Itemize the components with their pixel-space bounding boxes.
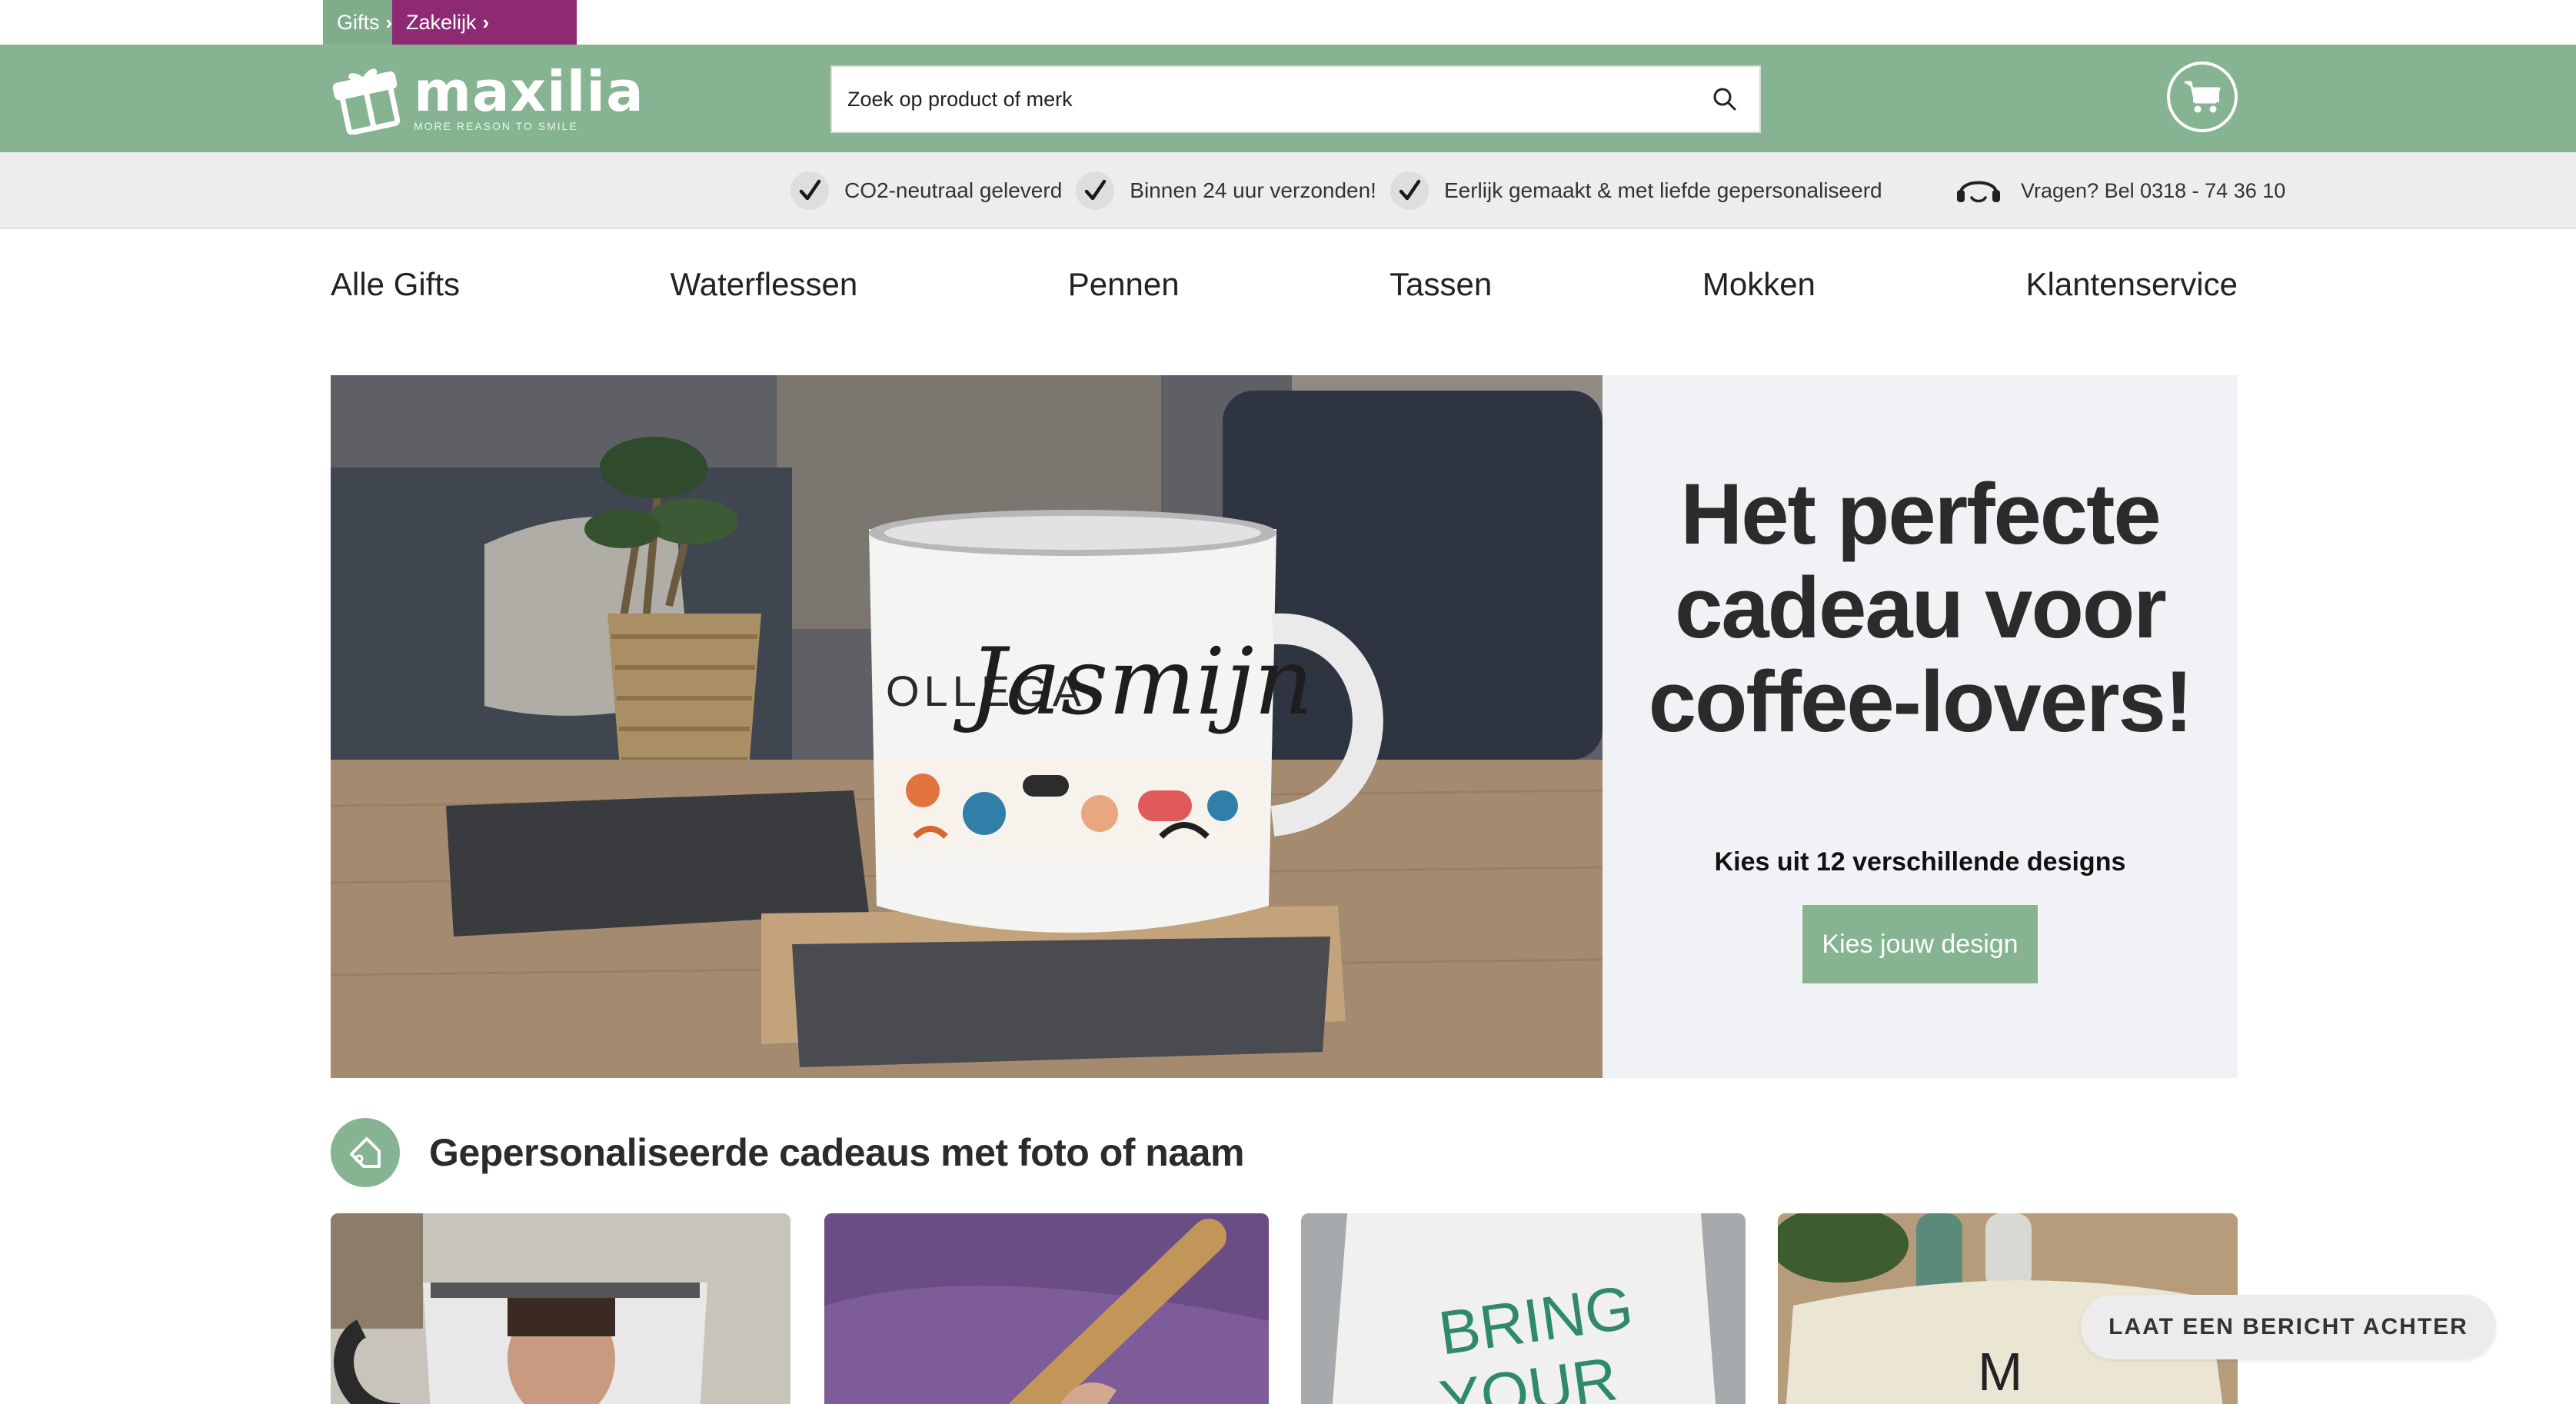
leave-message-button[interactable]: LAAT EEN BERICHT ACHTER — [2081, 1295, 2496, 1359]
logo[interactable]: maxilia MORE REASON TO SMILE — [332, 60, 644, 137]
nav-item-mokken[interactable]: Mokken — [1702, 266, 1816, 303]
tab-zakelijk[interactable]: Zakelijk › — [392, 0, 577, 45]
checkmark-icon — [1390, 171, 1429, 210]
search-bar — [830, 65, 1761, 133]
chevron-right-icon: › — [385, 10, 393, 34]
usp-item: Binnen 24 uur verzonden! — [1076, 171, 1376, 210]
nav-item-waterflessen[interactable]: Waterflessen — [671, 266, 858, 303]
product-card[interactable]: BRING YOUR — [1301, 1213, 1746, 1404]
top-tabs: Gifts › Zakelijk › — [323, 0, 577, 45]
checkmark-icon — [1076, 171, 1115, 210]
hero-title: Het perfecte cadeau voor coffee-lovers! — [1648, 466, 2193, 750]
logo-name: maxilia — [414, 59, 644, 124]
cart-button[interactable] — [2167, 62, 2238, 132]
headset-icon — [1957, 181, 2000, 203]
nav-item-pennen[interactable]: Pennen — [1068, 266, 1180, 303]
card-text-m: M — [1978, 1342, 2022, 1402]
phone-contact[interactable]: Vragen? Bel 0318 - 74 36 10 — [1955, 152, 2285, 229]
hero-image[interactable]: OLLEGA Jasmijn — [331, 375, 1603, 1078]
tab-gifts[interactable]: Gifts › — [323, 0, 392, 45]
nav-item-tassen[interactable]: Tassen — [1390, 266, 1492, 303]
nav-item-klantenservice[interactable]: Klantenservice — [2026, 266, 2238, 303]
usp-text: Binnen 24 uur verzonden! — [1130, 178, 1376, 202]
mug-text-name: Jasmijn — [953, 629, 1313, 736]
gift-box-logo-icon — [332, 62, 404, 135]
search-input[interactable] — [847, 87, 1706, 111]
hero-text-panel: Het perfecte cadeau voor coffee-lovers! … — [1603, 375, 2238, 1078]
cart-icon — [2185, 81, 2221, 113]
tab-zakelijk-label: Zakelijk — [406, 10, 477, 34]
section-title: Gepersonaliseerde cadeaus met foto of na… — [429, 1131, 1244, 1174]
search-icon — [1713, 88, 1736, 111]
hero-subtitle: Kies uit 12 verschillende designs — [1714, 847, 2126, 877]
choose-design-button[interactable]: Kies jouw design — [1802, 905, 2038, 983]
header-bar: maxilia MORE REASON TO SMILE — [0, 45, 2576, 152]
chevron-right-icon: › — [482, 10, 490, 34]
checkmark-icon — [790, 171, 829, 210]
hero-banner: OLLEGA Jasmijn Het perfecte cadeau voor … — [331, 375, 2238, 1078]
section-header: Gepersonaliseerde cadeaus met foto of na… — [331, 1118, 1244, 1187]
price-tag-icon — [331, 1118, 400, 1187]
usp-text: CO2-neutraal geleverd — [844, 178, 1063, 202]
usp-item: Eerlijk gemaakt & met liefde gepersonali… — [1390, 171, 1882, 210]
usp-text: Eerlijk gemaakt & met liefde gepersonali… — [1443, 178, 1882, 202]
tab-gifts-label: Gifts — [337, 10, 380, 34]
logo-tagline: MORE REASON TO SMILE — [414, 120, 578, 132]
product-card[interactable] — [824, 1213, 1269, 1404]
search-button[interactable] — [1706, 80, 1744, 118]
product-cards: BRING YOUR M — [331, 1213, 2238, 1404]
nav-item-alle-gifts[interactable]: Alle Gifts — [331, 266, 460, 303]
usp-bar: CO2-neutraal geleverd Binnen 24 uur verz… — [0, 152, 2576, 229]
usp-item: CO2-neutraal geleverd — [790, 171, 1062, 210]
main-nav: Alle Gifts Waterflessen Pennen Tassen Mo… — [331, 254, 2238, 315]
product-card[interactable] — [331, 1213, 790, 1404]
phone-text: Vragen? Bel 0318 - 74 36 10 — [2021, 178, 2286, 202]
